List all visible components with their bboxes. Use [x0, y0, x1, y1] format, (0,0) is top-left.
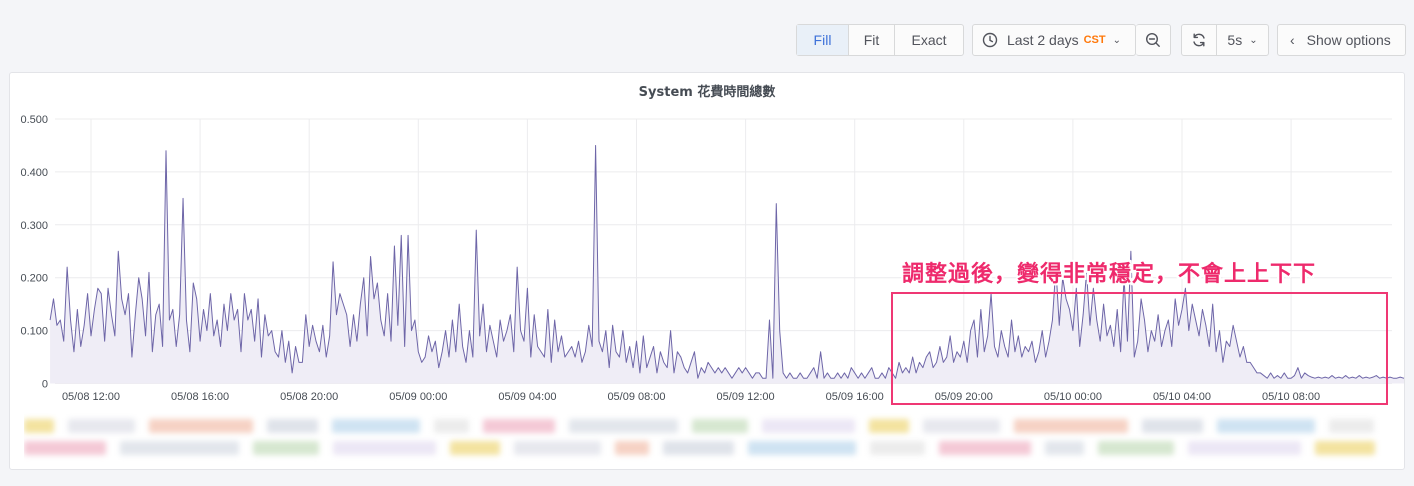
- y-tick-label: 0.500: [20, 114, 48, 126]
- legend-item-blurred: [514, 441, 601, 455]
- legend-item-blurred: [692, 419, 748, 433]
- zoom-out-button[interactable]: [1136, 24, 1171, 56]
- x-tick-label: 05/08 20:00: [280, 391, 338, 403]
- legend-item-blurred: [923, 419, 1000, 433]
- legend-item-blurred: [253, 441, 319, 455]
- legend-item-blurred: [569, 419, 678, 433]
- legend-item-blurred: [68, 419, 135, 433]
- time-range-picker[interactable]: Last 2 days CST ⌄: [972, 24, 1136, 56]
- legend-item-blurred: [333, 441, 436, 455]
- legend-item-blurred: [762, 419, 855, 433]
- x-tick-label: 05/09 16:00: [826, 391, 884, 403]
- exact-button[interactable]: Exact: [894, 25, 963, 55]
- annotation-highlight-box: [891, 292, 1388, 405]
- legend-item-blurred: [1329, 419, 1374, 433]
- legend-item-blurred: [869, 419, 909, 433]
- legend-item-blurred: [149, 419, 253, 433]
- legend-item-blurred: [1188, 441, 1301, 455]
- refresh-interval-picker[interactable]: 5s ⌄: [1216, 25, 1268, 55]
- show-options-button[interactable]: ‹ Show options: [1277, 24, 1406, 56]
- legend-item-blurred: [1315, 441, 1375, 455]
- time-range-label: Last 2 days: [1007, 32, 1079, 48]
- refresh-group: 5s ⌄: [1181, 24, 1269, 56]
- legend-item-blurred: [1014, 419, 1128, 433]
- legend-item-blurred: [24, 441, 106, 455]
- legend-item-blurred: [939, 441, 1031, 455]
- legend-item-blurred: [1217, 419, 1315, 433]
- timezone-badge: CST: [1083, 34, 1106, 46]
- refresh-icon: [1191, 32, 1207, 48]
- legend-blurred: [24, 413, 1394, 465]
- y-tick-label: 0.200: [20, 273, 48, 285]
- legend-item-blurred: [870, 441, 925, 455]
- zoom-out-icon: [1145, 32, 1161, 48]
- x-tick-label: 05/08 12:00: [62, 391, 120, 403]
- x-tick-label: 05/09 12:00: [717, 391, 775, 403]
- fill-button[interactable]: Fill: [797, 25, 848, 55]
- y-tick-label: 0.300: [20, 220, 48, 232]
- fill-fit-exact-group: Fill Fit Exact: [796, 24, 964, 56]
- y-tick-label: 0.100: [20, 326, 48, 338]
- legend-item-blurred: [120, 441, 239, 455]
- legend-item-blurred: [434, 419, 469, 433]
- chevron-down-icon: ⌄: [1249, 34, 1258, 46]
- x-tick-label: 05/08 16:00: [171, 391, 229, 403]
- legend-item-blurred: [332, 419, 420, 433]
- legend-item-blurred: [1098, 441, 1174, 455]
- legend-item-blurred: [24, 419, 54, 433]
- legend-item-blurred: [615, 441, 649, 455]
- y-tick-label: 0: [42, 379, 48, 391]
- chevron-left-icon: ‹: [1290, 32, 1295, 48]
- legend-item-blurred: [267, 419, 318, 433]
- clock-icon: [982, 32, 998, 48]
- legend-item-blurred: [1142, 419, 1203, 433]
- fit-button[interactable]: Fit: [848, 25, 894, 55]
- annotation-text: 調整過後，變得非常穩定，不會上上下下: [902, 262, 1317, 287]
- x-tick-label: 05/09 08:00: [607, 391, 665, 403]
- x-tick-label: 05/09 00:00: [389, 391, 447, 403]
- refresh-interval-label: 5s: [1227, 32, 1243, 48]
- legend-item-blurred: [483, 419, 555, 433]
- x-tick-label: 05/09 04:00: [498, 391, 556, 403]
- chevron-down-icon: ⌄: [1112, 34, 1121, 46]
- legend-item-blurred: [663, 441, 734, 455]
- legend-item-blurred: [1045, 441, 1084, 455]
- show-options-label: Show options: [1306, 32, 1391, 48]
- legend-item-blurred: [450, 441, 500, 455]
- y-tick-label: 0.400: [20, 167, 48, 179]
- legend-item-blurred: [748, 441, 856, 455]
- refresh-button[interactable]: [1182, 25, 1216, 55]
